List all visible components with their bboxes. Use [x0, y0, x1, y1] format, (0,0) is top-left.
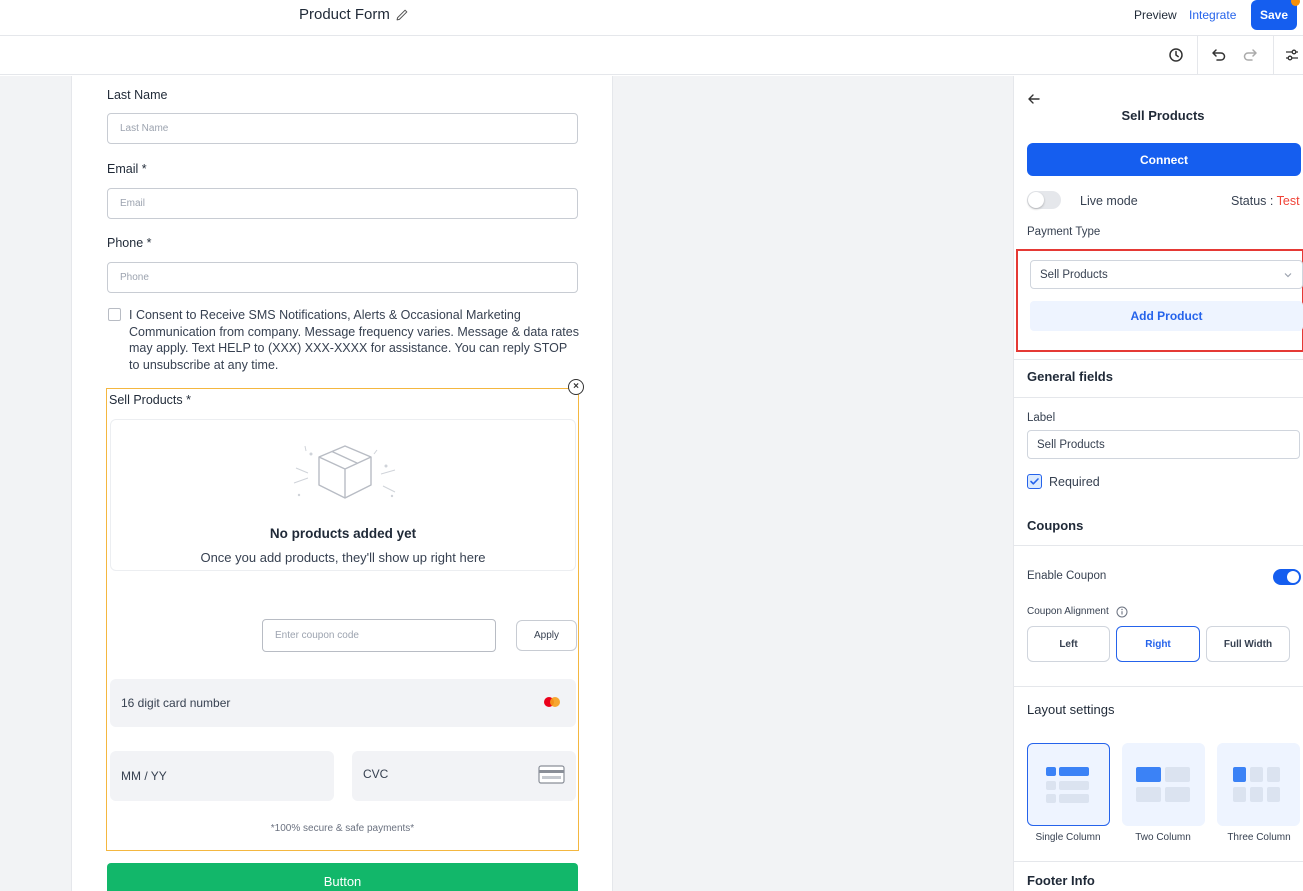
three-column-icon [1233, 767, 1280, 802]
settings-panel: Sell Products Connect Live mode Status :… [1013, 76, 1303, 891]
coupons-heading: Coupons [1027, 518, 1084, 533]
layout-two-column[interactable] [1122, 743, 1205, 826]
layout-three-column-label: Three Column [1227, 832, 1291, 843]
footer-info-heading: Footer Info [1027, 873, 1095, 888]
coupon-alignment-label: Coupon Alignment [1027, 606, 1109, 617]
mastercard-icon [544, 697, 560, 707]
coupon-code-input[interactable] [262, 619, 496, 652]
email-label: Email * [107, 162, 147, 176]
submit-button[interactable]: Button [107, 863, 578, 891]
section-divider [1014, 359, 1303, 360]
layout-single-column-label: Single Column [1035, 832, 1101, 843]
live-mode-toggle[interactable] [1027, 191, 1061, 209]
form-preview: Last Name Email * Phone * I Consent to R… [71, 76, 613, 891]
toolbar-divider [1273, 36, 1274, 74]
label-field-label: Label [1027, 412, 1056, 424]
payment-type-select[interactable]: Sell Products [1030, 260, 1303, 289]
section-divider [1014, 686, 1303, 687]
panel-title: Sell Products [1121, 108, 1205, 123]
payment-type-highlight: Sell Products Add Product [1016, 249, 1303, 352]
payment-type-value: Sell Products [1040, 268, 1108, 281]
alignment-left-button[interactable]: Left [1027, 626, 1110, 662]
status-label: Status : [1231, 194, 1277, 208]
single-column-icon [1046, 767, 1089, 803]
back-arrow-icon[interactable] [1027, 92, 1041, 106]
layout-settings-heading: Layout settings [1027, 702, 1115, 717]
expiry-placeholder: MM / YY [121, 769, 167, 783]
save-button[interactable]: Save [1251, 0, 1297, 30]
section-divider [1014, 861, 1303, 862]
preview-button[interactable]: Preview [1134, 8, 1177, 22]
phone-field[interactable] [107, 262, 578, 293]
status-indicator: Status : Test [1231, 194, 1300, 208]
layout-two-column-label: Two Column [1135, 832, 1191, 843]
two-column-icon [1136, 767, 1190, 802]
secure-payment-note: *100% secure & safe payments* [270, 823, 415, 834]
live-mode-label: Live mode [1080, 194, 1138, 208]
general-fields-heading: General fields [1027, 369, 1113, 384]
toolbar-divider [1197, 36, 1198, 74]
toolbar [0, 36, 1303, 75]
box-icon [293, 445, 396, 499]
undo-icon[interactable] [1210, 46, 1227, 63]
label-input[interactable] [1027, 430, 1300, 459]
form-canvas: Last Name Email * Phone * I Consent to R… [0, 76, 1013, 891]
unsaved-indicator [1291, 0, 1300, 6]
expiry-field[interactable]: MM / YY [110, 751, 334, 801]
card-number-placeholder: 16 digit card number [121, 696, 231, 710]
consent-text: I Consent to Receive SMS Notifications, … [129, 308, 579, 372]
history-icon[interactable] [1167, 46, 1184, 63]
layout-single-column[interactable] [1027, 743, 1110, 826]
integrate-button[interactable]: Integrate [1189, 8, 1236, 22]
required-label: Required [1049, 475, 1100, 489]
empty-title: No products added yet [269, 526, 417, 541]
required-checkbox[interactable] [1027, 474, 1042, 489]
info-icon[interactable] [1116, 606, 1128, 618]
sell-products-label: Sell Products * [109, 393, 191, 407]
enable-coupon-label: Enable Coupon [1027, 570, 1107, 582]
status-value: Test [1276, 194, 1300, 208]
cvc-field[interactable]: CVC [352, 751, 576, 801]
card-icon [538, 765, 565, 784]
enable-coupon-toggle[interactable] [1273, 569, 1301, 585]
consent-checkbox[interactable] [108, 308, 121, 321]
section-divider [1014, 545, 1303, 546]
alignment-right-button[interactable]: Right [1116, 626, 1200, 662]
chevron-down-icon [1284, 272, 1292, 277]
section-divider [1014, 397, 1303, 398]
redo-icon[interactable] [1241, 46, 1258, 63]
close-icon[interactable]: × [568, 379, 584, 395]
cvc-placeholder: CVC [363, 767, 389, 781]
check-icon [1030, 478, 1039, 485]
form-title[interactable]: Product Form [299, 6, 409, 23]
apply-coupon-button[interactable]: Apply [516, 620, 577, 651]
phone-label: Phone * [107, 236, 152, 250]
layout-three-column[interactable] [1217, 743, 1300, 826]
sell-products-block[interactable]: Sell Products * No products added yet On… [106, 388, 579, 851]
email-field[interactable] [107, 188, 578, 219]
add-product-button[interactable]: Add Product [1030, 301, 1303, 331]
empty-products-card: No products added yet Once you add produ… [110, 419, 576, 571]
settings-sliders-icon[interactable] [1283, 46, 1300, 63]
last-name-label: Last Name [107, 88, 168, 102]
payment-type-label: Payment Type [1027, 226, 1101, 238]
card-number-field[interactable]: 16 digit card number [110, 679, 576, 727]
pencil-icon[interactable] [395, 8, 409, 22]
alignment-full-width-button[interactable]: Full Width [1206, 626, 1290, 662]
connect-button[interactable]: Connect [1027, 143, 1301, 176]
form-title-text: Product Form [299, 6, 390, 23]
last-name-field[interactable] [107, 113, 578, 144]
top-bar: Product Form Preview Integrate Save [0, 0, 1303, 36]
empty-subtitle: Once you add products, they'll show up r… [200, 550, 486, 565]
